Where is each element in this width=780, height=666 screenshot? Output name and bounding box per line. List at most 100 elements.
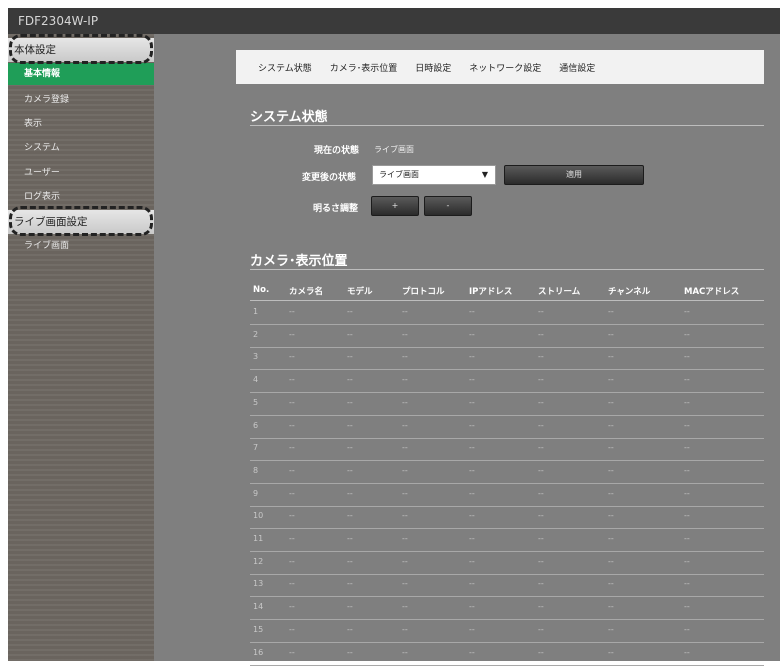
tab-network[interactable]: ネットワーク設定 xyxy=(469,61,541,74)
table-cell: -- xyxy=(538,602,544,612)
sidebar-item-label: ログ表示 xyxy=(24,192,61,202)
table-row[interactable]: 3 -- -- -- -- -- -- -- xyxy=(250,347,764,371)
sidebar-item-live-screen[interactable]: ライブ画面 xyxy=(8,235,154,257)
row-number: 10 xyxy=(253,511,264,521)
sidebar-item-label: カメラ登録 xyxy=(24,95,70,105)
row-number: 5 xyxy=(253,397,259,407)
table-cell: -- xyxy=(347,420,353,430)
tab-camera-position[interactable]: カメラ･表示位置 xyxy=(330,61,398,74)
table-cell: -- xyxy=(608,534,614,543)
table-cell: -- xyxy=(469,352,475,362)
sidebar-item-log[interactable]: ログ表示 xyxy=(8,186,154,208)
table-row[interactable]: 15 -- -- -- -- -- -- -- xyxy=(250,620,764,643)
table-cell: -- xyxy=(469,443,475,453)
table-cell: -- xyxy=(608,511,614,521)
table-cell: -- xyxy=(684,352,690,362)
row-number: 14 xyxy=(253,602,264,612)
table-cell: -- xyxy=(538,397,544,407)
table-cell: -- xyxy=(402,579,408,589)
table-cell: -- xyxy=(469,534,475,543)
table-cell: -- xyxy=(538,647,544,657)
table-cell: -- xyxy=(289,465,295,475)
sidebar-item-camera-registration[interactable]: カメラ登録 xyxy=(8,89,154,111)
table-cell: -- xyxy=(347,602,353,612)
table-cell: -- xyxy=(684,443,690,453)
table-cell: -- xyxy=(347,647,353,657)
table-cell: -- xyxy=(289,647,295,657)
tab-communication[interactable]: 通信設定 xyxy=(559,61,595,74)
brightness-label: 明るさ調整 xyxy=(313,204,359,214)
table-cell: -- xyxy=(469,307,475,316)
table-cell: -- xyxy=(402,488,408,498)
table-cell: -- xyxy=(608,556,614,566)
table-row[interactable]: 6 -- -- -- -- -- -- -- xyxy=(250,416,764,439)
table-cell: -- xyxy=(289,511,295,521)
table-row[interactable]: 16 -- -- -- -- -- -- -- xyxy=(250,643,764,666)
apply-button[interactable]: 適用 xyxy=(504,165,644,185)
row-number: 8 xyxy=(253,465,259,475)
table-row[interactable]: 10 -- -- -- -- -- -- -- xyxy=(250,506,764,530)
table-cell: -- xyxy=(402,352,408,362)
table-cell: -- xyxy=(538,465,544,475)
table-row[interactable]: 2 -- -- -- -- -- -- -- xyxy=(250,325,764,348)
table-cell: -- xyxy=(469,602,475,612)
table-cell: -- xyxy=(538,420,544,430)
brightness-minus-button[interactable]: - xyxy=(424,196,472,216)
row-number: 3 xyxy=(253,352,259,362)
table-cell: -- xyxy=(289,307,295,316)
col-header-ip: IPアドレス xyxy=(469,287,513,297)
col-header-stream: ストリーム xyxy=(538,287,581,297)
table-cell: -- xyxy=(289,329,295,339)
after-state-select[interactable]: ライブ画面 ▼ xyxy=(372,165,496,185)
table-cell: -- xyxy=(608,443,614,453)
table-cell: -- xyxy=(402,624,408,634)
table-row[interactable]: 8 -- -- -- -- -- -- -- xyxy=(250,461,764,484)
table-cell: -- xyxy=(684,534,690,543)
table-cell: -- xyxy=(347,375,353,385)
table-cell: -- xyxy=(289,624,295,634)
row-number: 13 xyxy=(253,579,264,589)
sidebar-item-label: ライブ画面 xyxy=(24,241,70,251)
highlight-callout-main-settings xyxy=(9,34,153,64)
row-number: 1 xyxy=(253,307,259,316)
table-cell: -- xyxy=(684,397,690,407)
table-cell: -- xyxy=(402,602,408,612)
tab-system-status[interactable]: システム状態 xyxy=(258,61,312,74)
tab-datetime[interactable]: 日時設定 xyxy=(415,61,451,74)
sidebar-item-basic-info[interactable]: 基本情報 xyxy=(8,63,154,85)
sidebar-item-display[interactable]: 表示 xyxy=(8,113,154,135)
sidebar-item-system[interactable]: システム xyxy=(8,137,154,159)
table-cell: -- xyxy=(347,329,353,339)
table-cell: -- xyxy=(684,624,690,634)
table-row[interactable]: 5 -- -- -- -- -- -- -- xyxy=(250,393,764,416)
table-cell: -- xyxy=(608,352,614,362)
table-cell: -- xyxy=(402,375,408,385)
table-row[interactable]: 12 -- -- -- -- -- -- -- xyxy=(250,552,764,575)
table-cell: -- xyxy=(402,307,408,316)
table-cell: -- xyxy=(684,488,690,498)
highlight-callout-live-settings xyxy=(9,206,153,236)
sidebar-item-users[interactable]: ユーザー xyxy=(8,162,154,184)
table-row[interactable]: 13 -- -- -- -- -- -- -- xyxy=(250,574,764,598)
table-row[interactable]: 4 -- -- -- -- -- -- -- xyxy=(250,370,764,394)
table-cell: -- xyxy=(608,579,614,589)
table-row[interactable]: 9 -- -- -- -- -- -- -- xyxy=(250,484,764,507)
table-cell: -- xyxy=(347,443,353,453)
current-state-value: ライブ画面 xyxy=(374,145,414,154)
col-header-no: No. xyxy=(253,285,270,295)
row-number: 15 xyxy=(253,624,264,634)
table-cell: -- xyxy=(608,329,614,339)
table-cell: -- xyxy=(347,511,353,521)
table-cell: -- xyxy=(402,329,408,339)
table-cell: -- xyxy=(289,420,295,430)
table-cell: -- xyxy=(289,534,295,543)
table-row[interactable]: 11 -- -- -- -- -- -- -- xyxy=(250,529,764,552)
table-row[interactable]: 1 -- -- -- -- -- -- -- xyxy=(250,302,764,325)
table-cell: -- xyxy=(289,375,295,385)
brightness-plus-button[interactable]: + xyxy=(371,196,419,216)
table-cell: -- xyxy=(608,307,614,316)
row-number: 12 xyxy=(253,556,264,566)
table-row[interactable]: 14 -- -- -- -- -- -- -- xyxy=(250,597,764,621)
table-cell: -- xyxy=(347,579,353,589)
table-row[interactable]: 7 -- -- -- -- -- -- -- xyxy=(250,438,764,462)
